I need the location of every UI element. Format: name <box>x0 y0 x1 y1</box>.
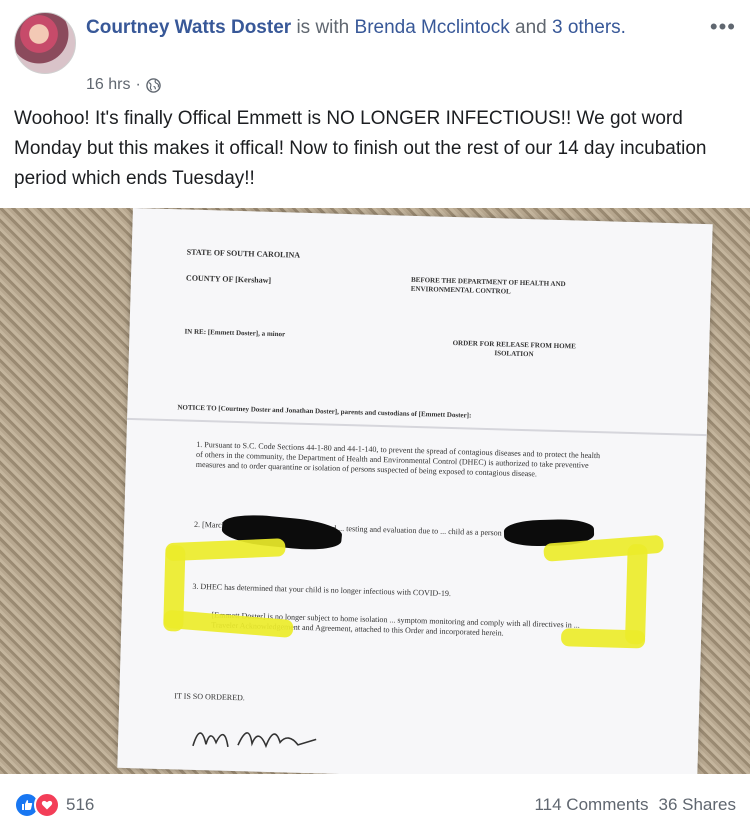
doc-in-re: IN RE: [Emmett Doster], a minor <box>184 327 286 339</box>
meta-separator: · <box>135 76 141 93</box>
comments-count-link[interactable]: 114 Comments <box>534 795 648 815</box>
post-author-line: Courtney Watts Doster is with Brenda Mcc… <box>86 14 686 42</box>
author-name-link[interactable]: Courtney Watts Doster <box>86 17 291 38</box>
post-footer: 516 114 Comments 36 Shares <box>0 782 750 826</box>
reaction-count: 516 <box>66 795 95 814</box>
doc-order-title: ORDER FOR RELEASE FROM HOME ISOLATION <box>452 338 576 359</box>
with-text: is with <box>296 17 350 38</box>
tagged-others-link[interactable]: 3 others. <box>552 17 626 38</box>
post-text: Woohoo! It's finally Offical Emmett is N… <box>14 108 707 189</box>
doc-county-line: COUNTY OF [Kershaw] <box>185 273 272 285</box>
post-timestamp[interactable]: 16 hrs <box>86 76 130 94</box>
doc-ordered: IT IS SO ORDERED. <box>174 691 245 703</box>
doc-state-line: STATE OF SOUTH CAROLINA <box>186 247 301 260</box>
doc-paragraph-1: 1. Pursuant to S.C. Code Sections 44-1-8… <box>195 439 601 479</box>
highlight-bottom-right <box>560 628 646 649</box>
more-options-icon[interactable]: ••• <box>710 14 736 40</box>
doc-paragraph-3: 3. DHEC has determined that your child i… <box>192 581 452 599</box>
love-icon <box>34 792 60 818</box>
globe-icon[interactable] <box>146 77 161 93</box>
isolation-order-document: STATE OF SOUTH CAROLINA COUNTY OF [Kersh… <box>117 208 713 774</box>
tagged-person-link[interactable]: Brenda Mcclintock <box>355 17 510 38</box>
post-header: Courtney Watts Doster is with Brenda Mcc… <box>0 0 750 100</box>
shares-count-link[interactable]: 36 Shares <box>659 795 737 815</box>
and-text: and <box>515 17 547 38</box>
paper-fold-line <box>127 417 707 437</box>
post-meta: 16 hrs · <box>86 76 161 94</box>
engagement-stats: 114 Comments 36 Shares <box>534 795 736 815</box>
post-photo[interactable]: STATE OF SOUTH CAROLINA COUNTY OF [Kersh… <box>0 208 750 774</box>
reactions-summary[interactable]: 516 <box>14 792 94 818</box>
signature-image <box>192 732 317 749</box>
author-avatar[interactable] <box>14 12 76 74</box>
doc-department: BEFORE THE DEPARTMENT OF HEALTH AND ENVI… <box>410 275 566 296</box>
